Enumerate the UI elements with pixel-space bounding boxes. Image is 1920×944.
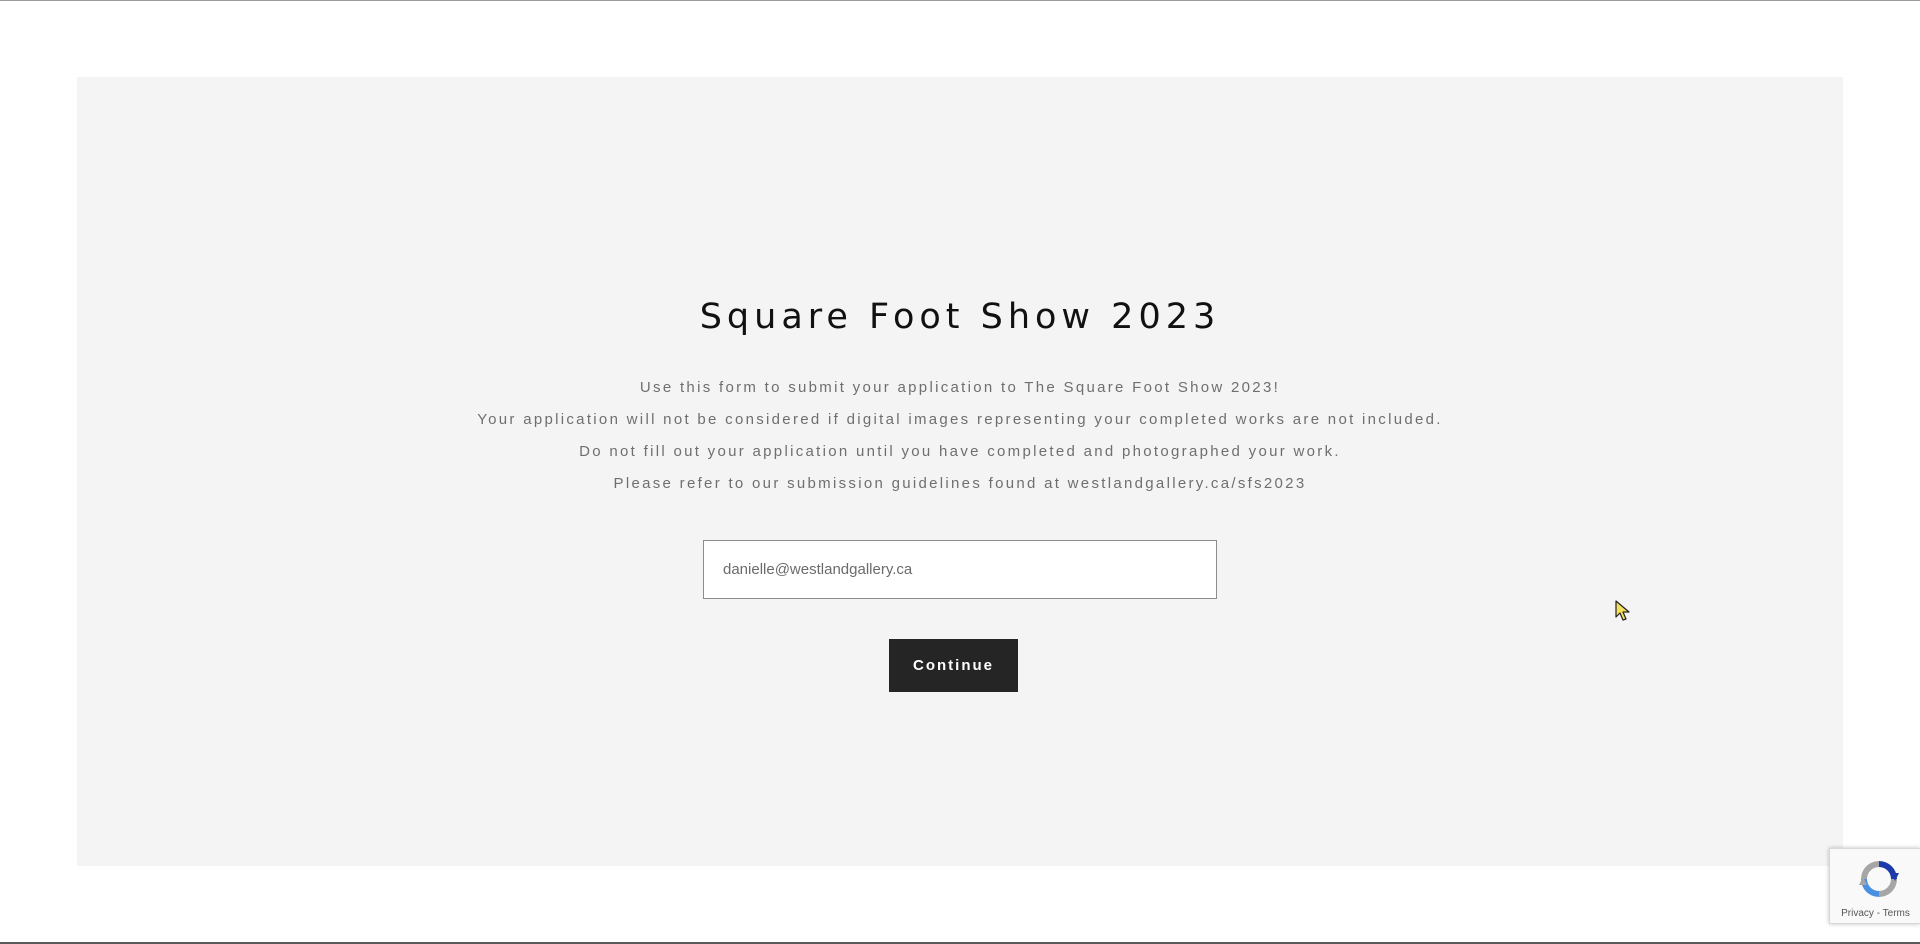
description-line: Your application will not be considered … xyxy=(477,411,1443,428)
email-field[interactable] xyxy=(703,540,1217,599)
recaptcha-icon xyxy=(1859,861,1899,897)
page-title: Square Foot Show 2023 xyxy=(699,297,1221,337)
form-description: Use this form to submit your application… xyxy=(0,376,1920,504)
top-border xyxy=(0,0,1920,1)
mouse-cursor-icon xyxy=(1615,600,1630,621)
description-line: Please refer to our submission guideline… xyxy=(613,475,1307,492)
privacy-link[interactable]: Privacy xyxy=(1841,908,1874,919)
continue-button[interactable]: Continue xyxy=(889,639,1018,692)
recaptcha-badge[interactable]: Privacy - Terms xyxy=(1829,848,1920,924)
link-separator: - xyxy=(1873,908,1883,919)
terms-link[interactable]: Terms xyxy=(1883,908,1910,919)
description-line: Do not fill out your application until y… xyxy=(579,443,1341,460)
recaptcha-links: Privacy - Terms xyxy=(1830,908,1920,919)
description-line: Use this form to submit your application… xyxy=(639,379,1281,396)
